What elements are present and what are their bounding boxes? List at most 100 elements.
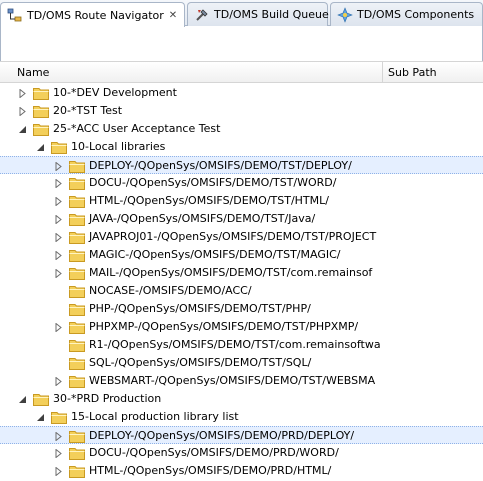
tree-row[interactable]: JAVAPROJ01-/QOpenSys/OMSIFS/DEMO/TST/PRO… [0, 228, 483, 246]
tab-build-queue[interactable]: TD/OMS Build Queue [187, 2, 329, 26]
tree-row-label: PHP-/QOpenSys/OMSIFS/DEMO/TST/PHP/ [89, 302, 311, 315]
tree-row-label: JAVAPROJ01-/QOpenSys/OMSIFS/DEMO/TST/PRO… [89, 230, 377, 243]
folder-icon [69, 446, 85, 460]
tree-row[interactable]: HTML-/QOpenSys/OMSIFS/DEMO/TST/HTML/ [0, 192, 483, 210]
tab-route-navigator[interactable]: TD/OMS Route Navigator ✕ [0, 2, 185, 27]
collapse-arrow-icon[interactable] [54, 214, 63, 225]
collapse-arrow-icon[interactable] [54, 322, 63, 333]
view-toolbar-area [0, 26, 483, 61]
tree-row-label: 10-Local libraries [71, 140, 166, 153]
folder-icon [69, 284, 85, 298]
tab-label: TD/OMS Components [357, 8, 475, 21]
folder-icon [33, 104, 49, 118]
tree-row[interactable]: 20-*TST Test [0, 102, 483, 120]
tree-row[interactable]: MAIL-/QOpenSys/OMSIFS/DEMO/TST/com.remai… [0, 264, 483, 282]
tree-row[interactable]: MAGIC-/QOpenSys/OMSIFS/DEMO/TST/MAGIC/ [0, 246, 483, 264]
folder-icon [33, 86, 49, 100]
tree-row[interactable]: DOCU-/QOpenSys/OMSIFS/DEMO/TST/WORD/ [0, 174, 483, 192]
collapse-arrow-icon[interactable] [54, 431, 63, 442]
collapse-arrow-icon[interactable] [54, 196, 63, 207]
collapse-arrow-icon[interactable] [54, 232, 63, 243]
folder-icon [51, 410, 67, 424]
column-header-name[interactable]: Name [12, 62, 383, 83]
folder-icon [33, 122, 49, 136]
collapse-arrow-icon[interactable] [54, 178, 63, 189]
collapse-arrow-icon[interactable] [54, 250, 63, 261]
collapse-arrow-icon[interactable] [18, 106, 27, 117]
tree-row[interactable]: 25-*ACC User Acceptance Test [0, 120, 483, 138]
folder-icon [69, 248, 85, 262]
collapse-arrow-icon[interactable] [54, 376, 63, 387]
tree-row-label: 25-*ACC User Acceptance Test [53, 122, 221, 135]
tree-row-label: MAGIC-/QOpenSys/OMSIFS/DEMO/TST/MAGIC/ [89, 248, 341, 261]
tree-row[interactable]: PHP-/QOpenSys/OMSIFS/DEMO/TST/PHP/ [0, 300, 483, 318]
tree-row[interactable]: PHPXMP-/QOpenSys/OMSIFS/DEMO/TST/PHPXMP/ [0, 318, 483, 336]
tree-column-header: Name Sub Path [0, 61, 483, 83]
tab-components[interactable]: TD/OMS Components [330, 2, 483, 26]
tree-row[interactable]: 10-Local libraries [0, 138, 483, 156]
tree-row-label: SQL-/QOpenSys/OMSIFS/DEMO/TST/SQL/ [89, 356, 312, 369]
tree-row-label: HTML-/QOpenSys/OMSIFS/DEMO/PRD/HTML/ [89, 464, 332, 477]
tab-label: TD/OMS Build Queue [214, 8, 329, 21]
build-queue-icon [194, 7, 210, 23]
tree-row[interactable]: JAVA-/QOpenSys/OMSIFS/DEMO/TST/Java/ [0, 210, 483, 228]
folder-icon [69, 429, 85, 443]
tree-row[interactable]: DEPLOY-/QOpenSys/OMSIFS/DEMO/TST/DEPLOY/ [0, 156, 483, 174]
folder-icon [69, 159, 85, 173]
tree-row-label: PHPXMP-/QOpenSys/OMSIFS/DEMO/TST/PHPXMP/ [89, 320, 359, 333]
components-icon [337, 6, 353, 23]
tree-row-label: DEPLOY-/QOpenSys/OMSIFS/DEMO/PRD/DEPLOY/ [89, 429, 355, 442]
folder-icon [51, 140, 67, 154]
folder-icon [69, 212, 85, 226]
tree-row-label: 15-Local production library list [71, 410, 239, 423]
tree-row-label: 20-*TST Test [53, 104, 123, 117]
tree-row[interactable]: 10-*DEV Development [0, 84, 483, 102]
folder-icon [69, 230, 85, 244]
tree-row-label: NOCASE-/OMSIFS/DEMO/ACC/ [89, 284, 252, 297]
route-navigator-icon [7, 7, 23, 23]
tree-row-label: DOCU-/QOpenSys/OMSIFS/DEMO/TST/WORD/ [89, 176, 337, 189]
tree-row-label: 10-*DEV Development [53, 86, 177, 99]
expand-arrow-icon[interactable] [36, 142, 45, 151]
folder-icon [69, 176, 85, 190]
route-tree[interactable]: 10-*DEV Development 20-*TST Test 25-*ACC U… [0, 84, 483, 481]
collapse-arrow-icon[interactable] [54, 448, 63, 459]
folder-icon [33, 392, 49, 406]
close-icon[interactable]: ✕ [169, 10, 177, 21]
tree-row-label: HTML-/QOpenSys/OMSIFS/DEMO/TST/HTML/ [89, 194, 329, 207]
tree-row-label: JAVA-/QOpenSys/OMSIFS/DEMO/TST/Java/ [89, 212, 316, 225]
folder-icon [69, 194, 85, 208]
tab-label: TD/OMS Route Navigator [27, 8, 164, 22]
folder-icon [69, 320, 85, 334]
tree-row[interactable]: R1-/QOpenSys/OMSIFS/DEMO/TST/com.remains… [0, 336, 483, 354]
tree-row[interactable]: NOCASE-/OMSIFS/DEMO/ACC/ [0, 282, 483, 300]
tree-row-label: MAIL-/QOpenSys/OMSIFS/DEMO/TST/com.remai… [89, 266, 373, 279]
expand-arrow-icon[interactable] [18, 394, 27, 403]
collapse-arrow-icon[interactable] [54, 268, 63, 279]
column-header-sub-path[interactable]: Sub Path [383, 62, 483, 83]
expand-arrow-icon[interactable] [18, 124, 27, 133]
tree-row[interactable]: WEBSMART-/QOpenSys/OMSIFS/DEMO/TST/WEBSM… [0, 372, 483, 390]
expand-arrow-icon[interactable] [36, 412, 45, 421]
tree-row[interactable]: 15-Local production library list [0, 408, 483, 426]
tree-row-label: DOCU-/QOpenSys/OMSIFS/DEMO/PRD/WORD/ [89, 446, 339, 459]
tree-row[interactable]: DOCU-/QOpenSys/OMSIFS/DEMO/PRD/WORD/ [0, 444, 483, 462]
tree-row-label: DEPLOY-/QOpenSys/OMSIFS/DEMO/TST/DEPLOY/ [89, 159, 352, 172]
view-tab-bar: TD/OMS Route Navigator ✕ TD/OMS Build Qu… [0, 0, 483, 27]
folder-icon [69, 464, 85, 478]
folder-icon [69, 338, 85, 352]
tree-row[interactable]: DEPLOY-/QOpenSys/OMSIFS/DEMO/PRD/DEPLOY/ [0, 426, 483, 444]
folder-icon [69, 302, 85, 316]
tree-row[interactable]: SQL-/QOpenSys/OMSIFS/DEMO/TST/SQL/ [0, 354, 483, 372]
collapse-arrow-icon[interactable] [54, 466, 63, 477]
collapse-arrow-icon[interactable] [54, 161, 63, 172]
tree-row[interactable]: 30-*PRD Production [0, 390, 483, 408]
folder-icon [69, 266, 85, 280]
tree-row-label: 30-*PRD Production [53, 392, 162, 405]
tree-row-label: R1-/QOpenSys/OMSIFS/DEMO/TST/com.remains… [89, 338, 381, 351]
folder-icon [69, 374, 85, 388]
collapse-arrow-icon[interactable] [18, 88, 27, 99]
folder-icon [69, 356, 85, 370]
tree-row[interactable]: HTML-/QOpenSys/OMSIFS/DEMO/PRD/HTML/ [0, 462, 483, 480]
tree-row-label: WEBSMART-/QOpenSys/OMSIFS/DEMO/TST/WEBSM… [89, 374, 376, 387]
